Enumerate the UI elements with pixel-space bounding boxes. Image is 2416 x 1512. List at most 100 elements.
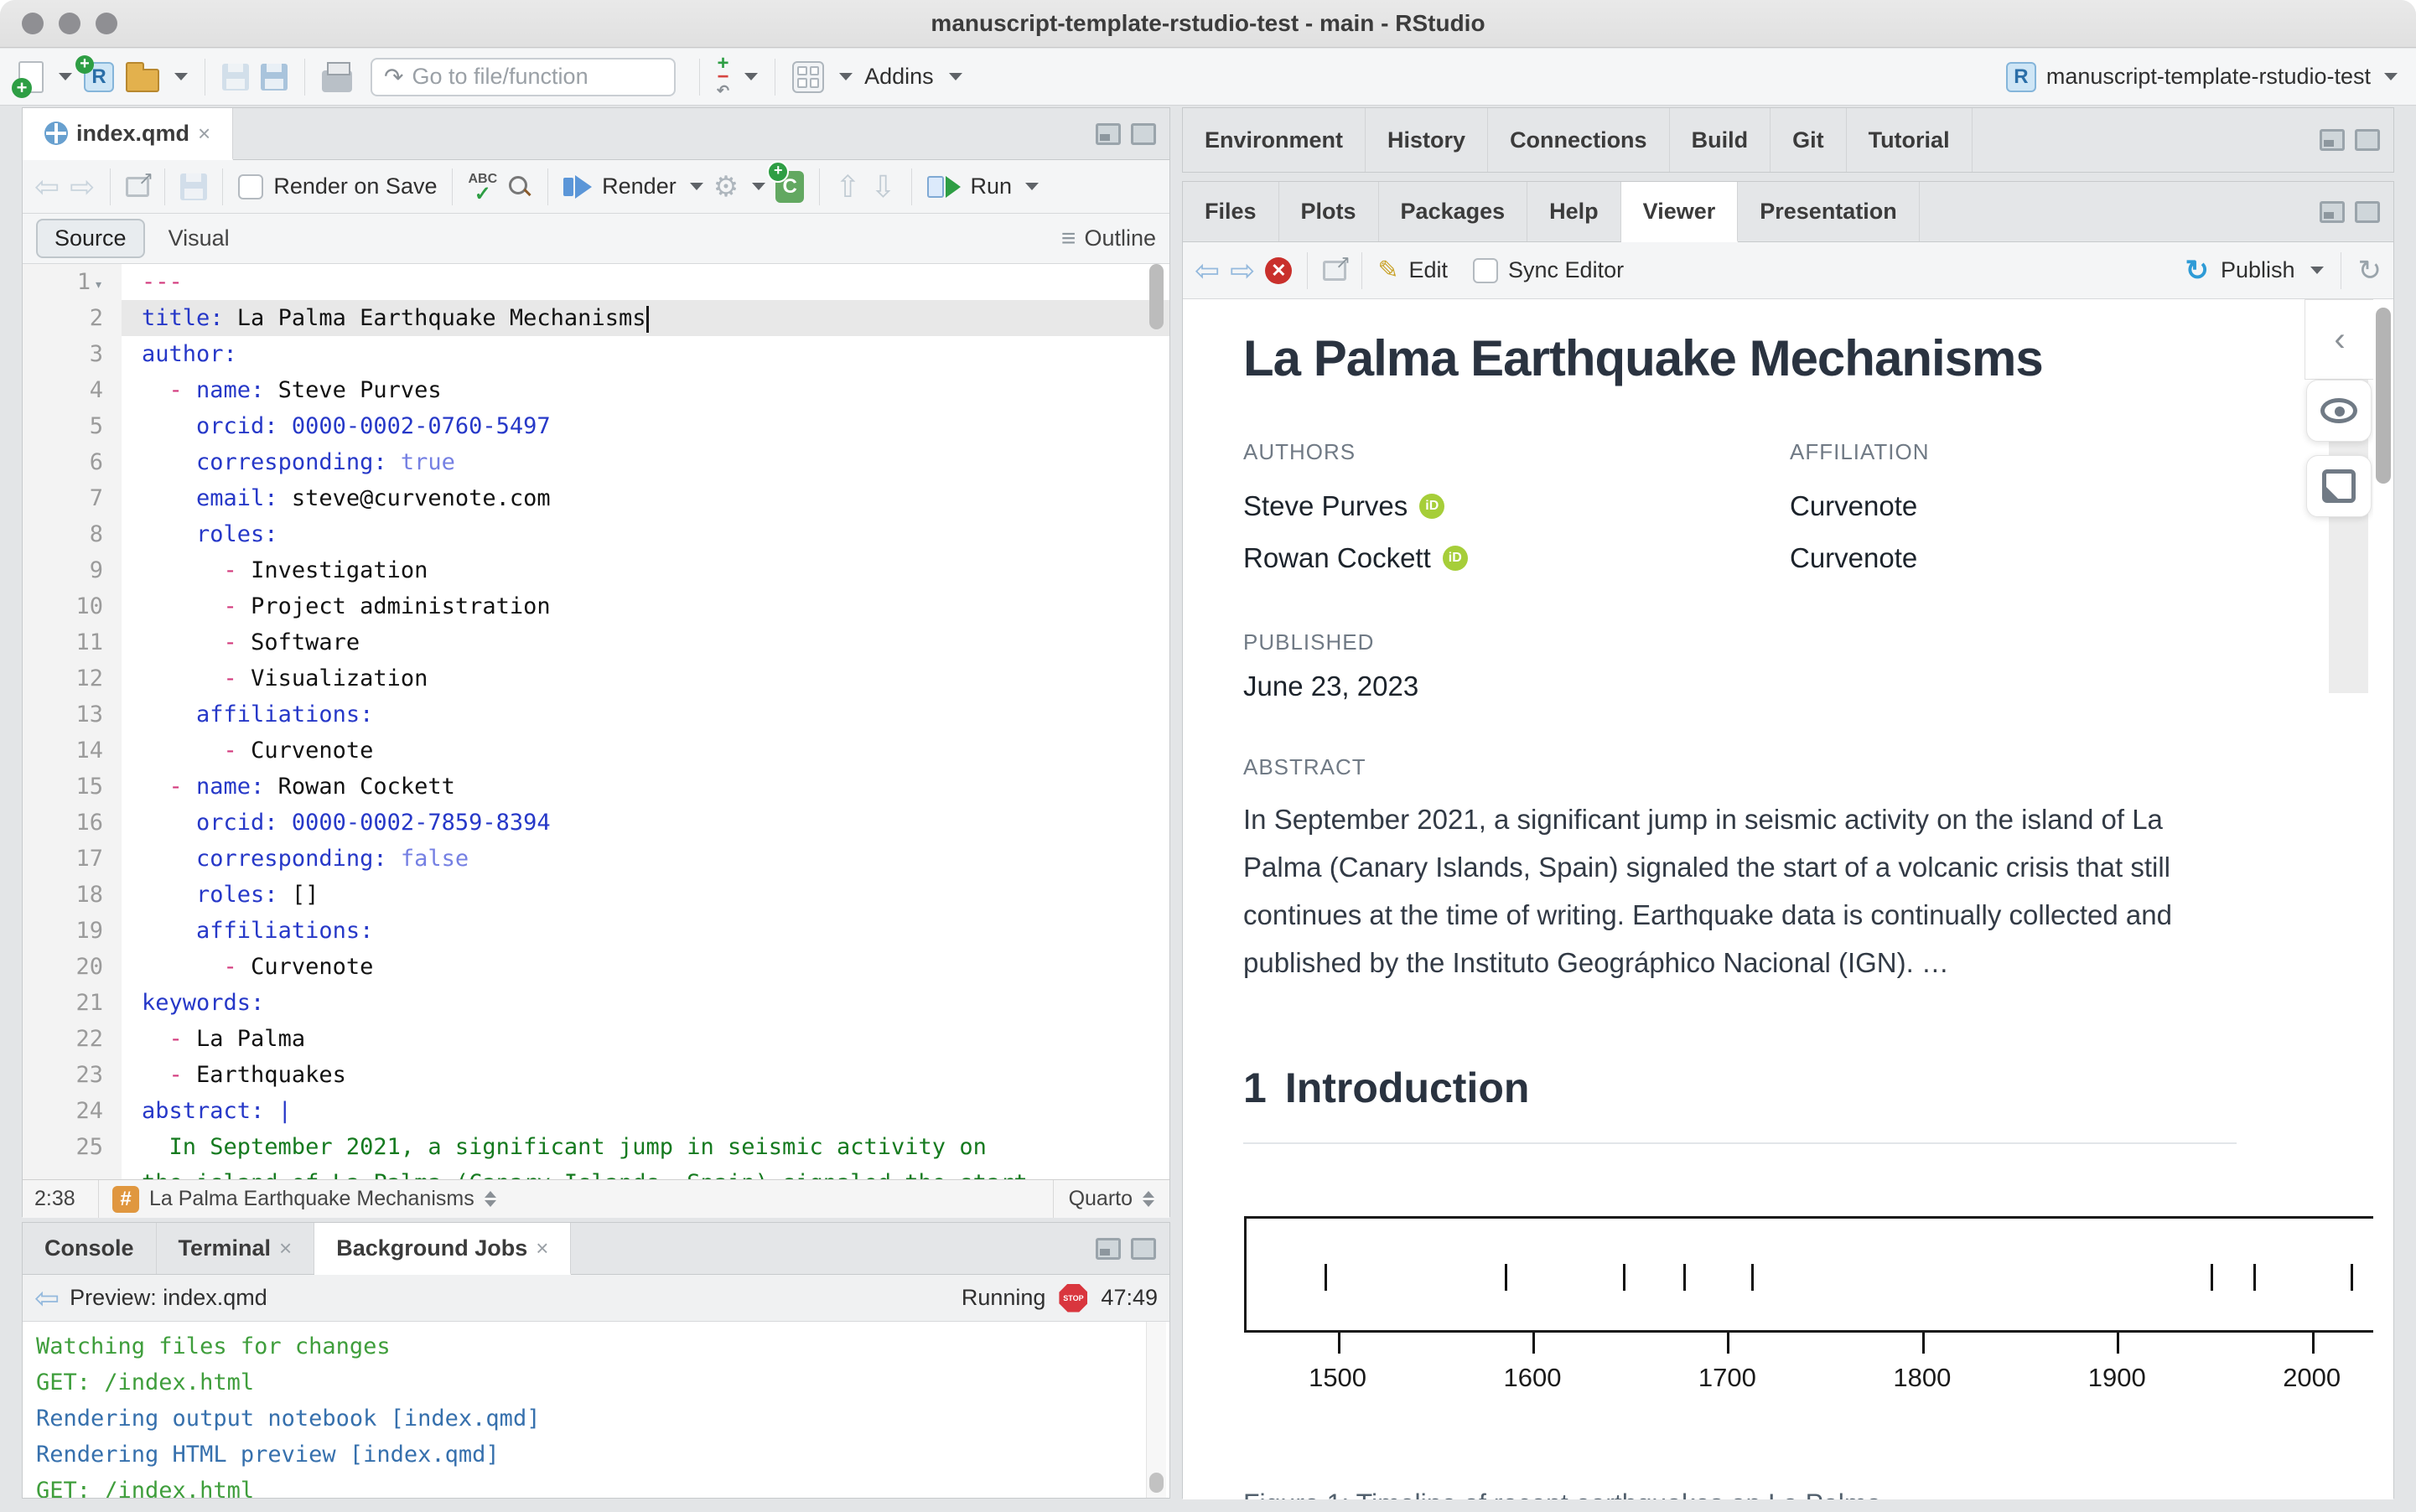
tab-terminal[interactable]: Terminal× [157, 1223, 315, 1274]
publish-icon[interactable]: ↻ [2185, 254, 2209, 287]
code-text: roles: [122, 516, 1169, 552]
version-control-icon[interactable]: +−↶ [717, 57, 729, 97]
sync-editor-checkbox[interactable] [1473, 258, 1498, 283]
edit-button[interactable]: Edit [1408, 257, 1448, 283]
console-scrollbar-thumb[interactable] [1149, 1473, 1164, 1493]
save-file-icon[interactable] [180, 173, 207, 200]
run-previous-icon[interactable]: ⇧ [835, 169, 860, 205]
close-tab-icon[interactable]: × [536, 1235, 548, 1261]
forward-icon[interactable]: ⇨ [1230, 253, 1255, 288]
refresh-icon[interactable]: ↻ [2358, 254, 2382, 287]
tab-help[interactable]: Help [1527, 182, 1621, 241]
viewer-scrollbar-thumb[interactable] [2376, 308, 2391, 484]
visibility-button[interactable] [2306, 380, 2372, 442]
tab-tutorial[interactable]: Tutorial [1847, 108, 1973, 172]
spellcheck-icon[interactable]: ABC✓ [468, 172, 497, 202]
new-file-caret-icon[interactable] [59, 73, 72, 80]
open-recent-caret-icon[interactable] [174, 73, 188, 80]
clear-viewer-icon[interactable]: ✕ [1265, 257, 1292, 284]
close-tab-icon[interactable]: × [279, 1235, 292, 1261]
print-icon[interactable] [322, 70, 352, 92]
tab-background-jobs[interactable]: Background Jobs× [314, 1223, 571, 1275]
maximize-pane-icon[interactable] [2355, 201, 2380, 223]
back-icon[interactable]: ⇦ [34, 1281, 60, 1316]
run-caret-icon[interactable] [1025, 183, 1039, 190]
tab-packages[interactable]: Packages [1379, 182, 1528, 241]
popout-editor-icon[interactable] [126, 177, 149, 197]
goto-file-input[interactable]: ↷ Go to file/function [371, 58, 676, 96]
render-on-save-checkbox[interactable] [238, 174, 263, 199]
tab-environment[interactable]: Environment [1183, 108, 1366, 172]
publish-button[interactable]: Publish [2221, 257, 2295, 283]
visual-mode-button[interactable]: Visual [152, 220, 246, 256]
tab-history[interactable]: History [1366, 108, 1488, 172]
open-in-browser-icon[interactable] [1323, 261, 1346, 281]
section-jump-widget[interactable]: # La Palma Earthquake Mechanisms [98, 1180, 1053, 1218]
project-caret-icon [2384, 73, 2398, 80]
editor-scrollbar-thumb[interactable] [1149, 264, 1164, 329]
tab-index-qmd[interactable]: index.qmd × [23, 108, 233, 160]
tab-presentation[interactable]: Presentation [1738, 182, 1920, 241]
stop-job-icon[interactable]: STOP [1059, 1284, 1087, 1313]
forward-icon[interactable]: ⇨ [70, 169, 95, 205]
panes-caret-icon[interactable] [839, 73, 853, 80]
line-number: 22 [23, 1021, 122, 1057]
tab-files[interactable]: Files [1183, 182, 1279, 241]
render-caret-icon[interactable] [690, 183, 703, 190]
back-icon[interactable]: ⇦ [1195, 253, 1220, 288]
workspace-panes-icon[interactable] [792, 61, 824, 93]
save-icon[interactable] [222, 64, 249, 91]
tab-console[interactable]: Console [23, 1223, 157, 1274]
eye-icon [2320, 398, 2357, 423]
tab-viewer[interactable]: Viewer [1621, 182, 1739, 242]
maximize-pane-icon[interactable] [2355, 129, 2380, 151]
code-editor[interactable]: 1▾---2title: La Palma Earthquake Mechani… [23, 264, 1169, 1179]
outline-button[interactable]: ≡ Outline [1061, 225, 1156, 253]
maximize-pane-icon[interactable] [1131, 123, 1156, 145]
orcid-icon[interactable]: iD [1443, 546, 1468, 571]
project-selector[interactable]: R manuscript-template-rstudio-test [2006, 62, 2398, 92]
editor-scrollbar[interactable] [1148, 264, 1166, 1179]
addins-button[interactable]: Addins [864, 64, 934, 90]
fold-arrow-icon[interactable]: ▾ [94, 276, 103, 293]
minimize-pane-icon[interactable] [1096, 123, 1121, 145]
back-icon[interactable]: ⇦ [34, 169, 60, 205]
minimize-pane-icon[interactable] [2320, 201, 2345, 223]
axis-label: 2000 [2283, 1363, 2341, 1393]
search-icon[interactable] [507, 174, 532, 199]
gear-icon[interactable]: ⚙ [713, 170, 739, 204]
source-mode-button[interactable]: Source [36, 219, 145, 258]
render-icon[interactable] [563, 175, 592, 199]
minimize-pane-icon[interactable] [1096, 1238, 1121, 1260]
line-number: 18 [23, 877, 122, 913]
file-mode-widget[interactable]: Quarto [1053, 1180, 1169, 1218]
run-icon[interactable] [927, 176, 961, 198]
annotate-button[interactable] [2306, 455, 2372, 517]
gear-caret-icon[interactable] [752, 183, 765, 190]
orcid-icon[interactable]: iD [1419, 494, 1444, 519]
tab-git[interactable]: Git [1771, 108, 1847, 172]
minimize-pane-icon[interactable] [2320, 129, 2345, 151]
run-next-icon[interactable]: ⇩ [870, 169, 895, 205]
tab-connections[interactable]: Connections [1488, 108, 1670, 172]
tab-build[interactable]: Build [1670, 108, 1771, 172]
open-file-icon[interactable] [126, 69, 159, 92]
viewer-scrollbar[interactable] [2373, 299, 2393, 1499]
vcs-caret-icon[interactable] [744, 73, 758, 80]
insert-chunk-icon[interactable]: C [775, 171, 804, 203]
maximize-pane-icon[interactable] [1131, 1238, 1156, 1260]
new-file-icon[interactable] [18, 61, 44, 93]
tab-label: Git [1792, 127, 1824, 153]
new-project-icon[interactable]: R [84, 62, 114, 92]
save-all-icon[interactable] [261, 64, 288, 91]
publish-caret-icon[interactable] [2310, 267, 2324, 274]
run-button[interactable]: Run [971, 173, 1013, 199]
console-output[interactable]: Watching files for changesGET: /index.ht… [23, 1322, 1169, 1498]
tab-plots[interactable]: Plots [1279, 182, 1379, 241]
console-scrollbar[interactable] [1146, 1322, 1166, 1498]
close-tab-icon[interactable]: × [198, 121, 210, 147]
render-button[interactable]: Render [602, 173, 677, 199]
collapse-panel-button[interactable]: ‹ [2305, 299, 2375, 380]
edit-icon[interactable]: ✎ [1377, 256, 1398, 285]
addins-caret-icon[interactable] [949, 73, 962, 80]
